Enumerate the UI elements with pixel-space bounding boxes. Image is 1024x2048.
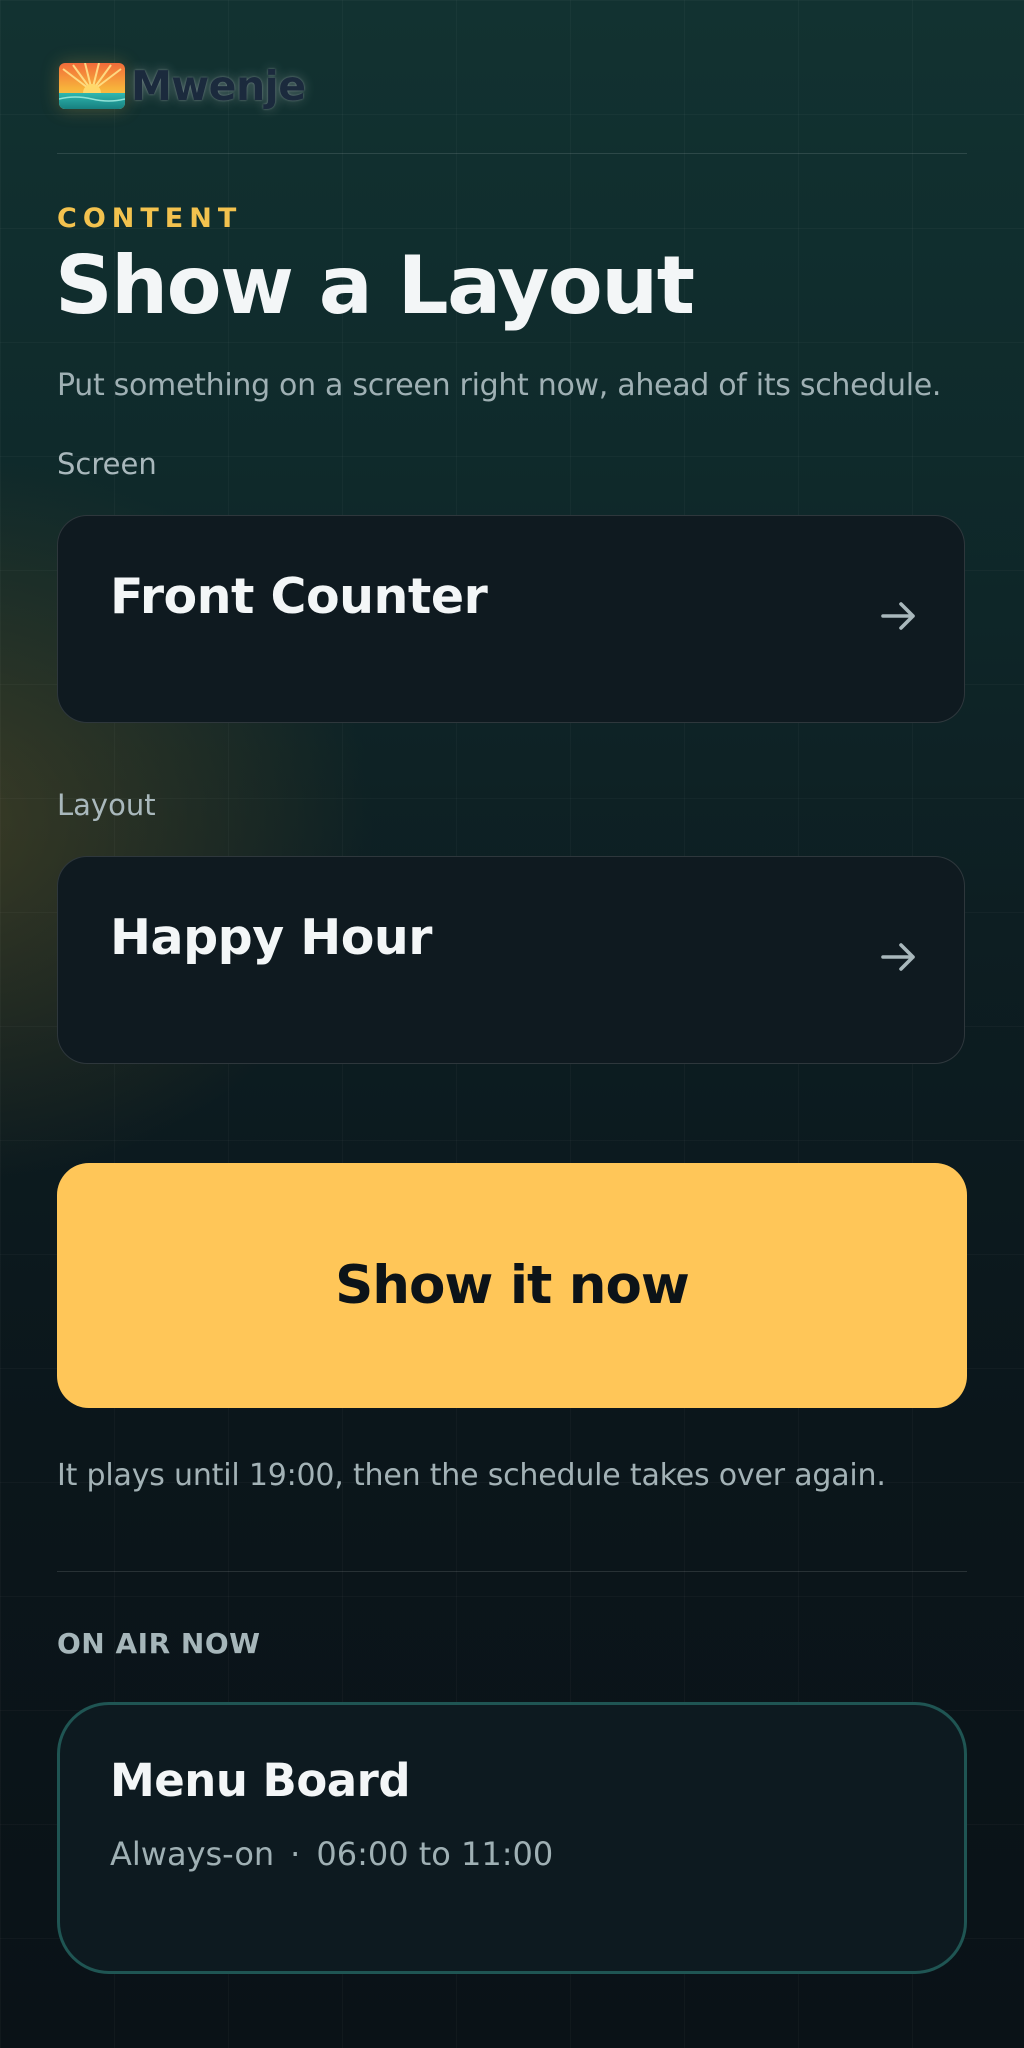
arrow-right-icon <box>880 598 918 634</box>
brand-name: Mwenje <box>131 62 306 110</box>
on-air-time-range: 06:00 to 11:00 <box>316 1835 554 1873</box>
screen-picker-value: Front Counter <box>110 568 488 625</box>
layout-picker[interactable]: Happy Hour <box>57 856 965 1064</box>
on-air-layout-title: Menu Board <box>110 1754 411 1807</box>
sunrise-logo-icon <box>59 63 125 109</box>
on-air-mode: Always-on <box>110 1835 275 1873</box>
arrow-right-icon <box>880 939 918 975</box>
screen-picker[interactable]: Front Counter <box>57 515 965 723</box>
brand-logo[interactable]: Mwenje <box>59 58 306 114</box>
page-subtitle: Put something on a screen right now, ahe… <box>57 368 942 403</box>
on-air-meta: Always-on · 06:00 to 11:00 <box>110 1835 553 1873</box>
show-it-now-button[interactable]: Show it now <box>57 1163 967 1408</box>
layout-picker-value: Happy Hour <box>110 909 432 966</box>
section-eyebrow: CONTENT <box>57 203 243 234</box>
layout-field-label: Layout <box>57 788 156 822</box>
section-divider <box>57 1571 967 1572</box>
schedule-note: It plays until 19:00, then the schedule … <box>57 1458 886 1493</box>
page-title: Show a Layout <box>55 239 695 332</box>
meta-separator: · <box>290 1835 301 1873</box>
header-divider <box>57 153 967 154</box>
on-air-card[interactable]: Menu Board Always-on · 06:00 to 11:00 <box>57 1702 967 1974</box>
on-air-section-label: ON AIR NOW <box>57 1627 261 1660</box>
screen-field-label: Screen <box>57 447 157 481</box>
